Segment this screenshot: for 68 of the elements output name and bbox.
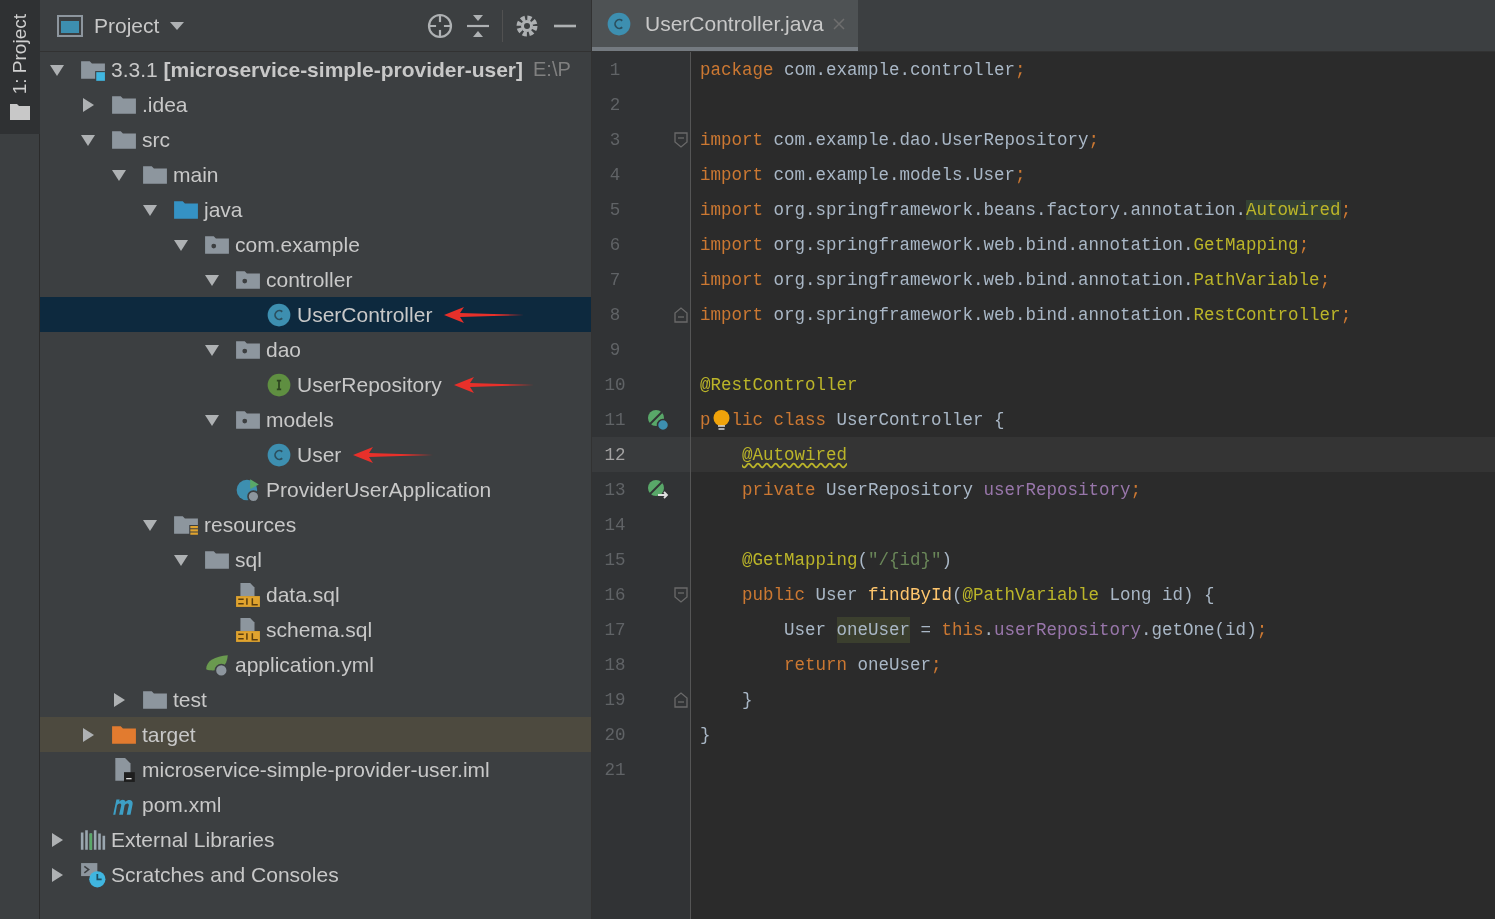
code-line: }: [742, 689, 753, 710]
tree-item-label[interactable]: .idea: [142, 92, 188, 117]
tree-item-label[interactable]: 3.3.1 [microservice-simple-provider-user]: [111, 57, 523, 82]
app-icon: [235, 476, 261, 503]
code-line: import com.example.dao.UserRepository;: [700, 129, 1100, 150]
code-line: @Autowired: [742, 444, 848, 465]
sql-icon: [235, 616, 261, 643]
fold-marker-icon[interactable]: [674, 691, 688, 708]
expand-triangle-icon[interactable]: [80, 96, 96, 113]
tree-item-label[interactable]: Scratches and Consoles: [111, 862, 339, 887]
tree-item-label[interactable]: main: [173, 162, 219, 187]
tree-item-label[interactable]: External Libraries: [111, 827, 275, 852]
tree-item-label[interactable]: target: [142, 722, 196, 747]
tree-item-label[interactable]: UserController: [297, 302, 433, 327]
tree-item-label[interactable]: com.example: [235, 232, 360, 257]
code-line: lic class UserController {: [731, 409, 1005, 430]
code-line: import org.springframework.web.bind.annotation.PathVariable;: [700, 269, 1331, 290]
sql-icon: [235, 581, 261, 608]
code-line: p: [700, 409, 711, 430]
tree-item-label[interactable]: pom.xml: [142, 792, 222, 817]
folder-icon: [10, 102, 30, 121]
class-icon: [606, 10, 632, 37]
code-line: User oneUser = this.userRepository.getOne(id);: [784, 619, 1268, 640]
code-line: }: [700, 724, 711, 745]
class-icon: [266, 301, 292, 328]
tree-item-label[interactable]: User: [297, 442, 342, 467]
tree-item-label[interactable]: src: [142, 127, 170, 152]
tree-item-label[interactable]: resources: [204, 512, 297, 537]
locate-icon[interactable]: [426, 11, 454, 40]
expand-triangle-icon[interactable]: [49, 866, 65, 883]
code-line: @GetMapping("/{id}"): [742, 549, 953, 570]
code-line: package com.example.controller;: [700, 59, 1026, 80]
tree-item-label[interactable]: controller: [266, 267, 353, 292]
expand-triangle-icon[interactable]: [49, 831, 65, 848]
editor-tab[interactable]: UserController.java: [592, 0, 858, 51]
tree-item-label[interactable]: microservice-simple-provider-user.iml: [142, 757, 490, 782]
panel-title[interactable]: Project: [94, 13, 160, 38]
tree-item-label[interactable]: data.sql: [266, 582, 340, 607]
code-line: @RestController: [700, 374, 858, 395]
project-tool-tab[interactable]: 1: Project: [0, 0, 40, 135]
code-line: public User findById(@PathVariable Long id) {: [742, 584, 1215, 605]
tree-item-label[interactable]: schema.sql: [266, 617, 373, 642]
code-line: import org.springframework.web.bind.annotation.RestController;: [700, 304, 1352, 325]
expand-triangle-icon[interactable]: [111, 691, 127, 708]
fold-marker-icon[interactable]: [674, 586, 688, 603]
tree-item-label[interactable]: models: [266, 407, 334, 432]
code-line: import com.example.models.User;: [700, 164, 1026, 185]
line-number: 12: [603, 444, 627, 465]
interface-icon: [266, 371, 292, 398]
code-line: import org.springframework.beans.factory.annotation.Autowired;: [700, 199, 1352, 220]
code-line: import org.springframework.web.bind.annotation.GetMapping;: [700, 234, 1310, 255]
path-hint: E:\P: [533, 58, 571, 81]
code-line: return oneUser;: [784, 654, 942, 675]
tree-item-label[interactable]: ProviderUserApplication: [266, 477, 492, 502]
scratches-icon: [80, 861, 106, 888]
tree-item-label[interactable]: UserRepository: [297, 372, 442, 397]
code-line: private UserRepository userRepository;: [742, 479, 1142, 500]
dropdown-caret-icon[interactable]: [169, 20, 186, 31]
tree-item-label[interactable]: dao: [266, 337, 302, 362]
tree-item-label[interactable]: java: [204, 197, 243, 222]
tree-item-label[interactable]: test: [173, 687, 207, 712]
bean-icon[interactable]: [646, 407, 670, 432]
fold-marker-icon[interactable]: [674, 131, 688, 148]
expand-triangle-icon[interactable]: [80, 726, 96, 743]
fold-marker-icon[interactable]: [674, 306, 688, 323]
tree-item-label[interactable]: sql: [235, 547, 262, 572]
tree-item-label[interactable]: application.yml: [235, 652, 374, 677]
class-icon: [266, 441, 292, 468]
